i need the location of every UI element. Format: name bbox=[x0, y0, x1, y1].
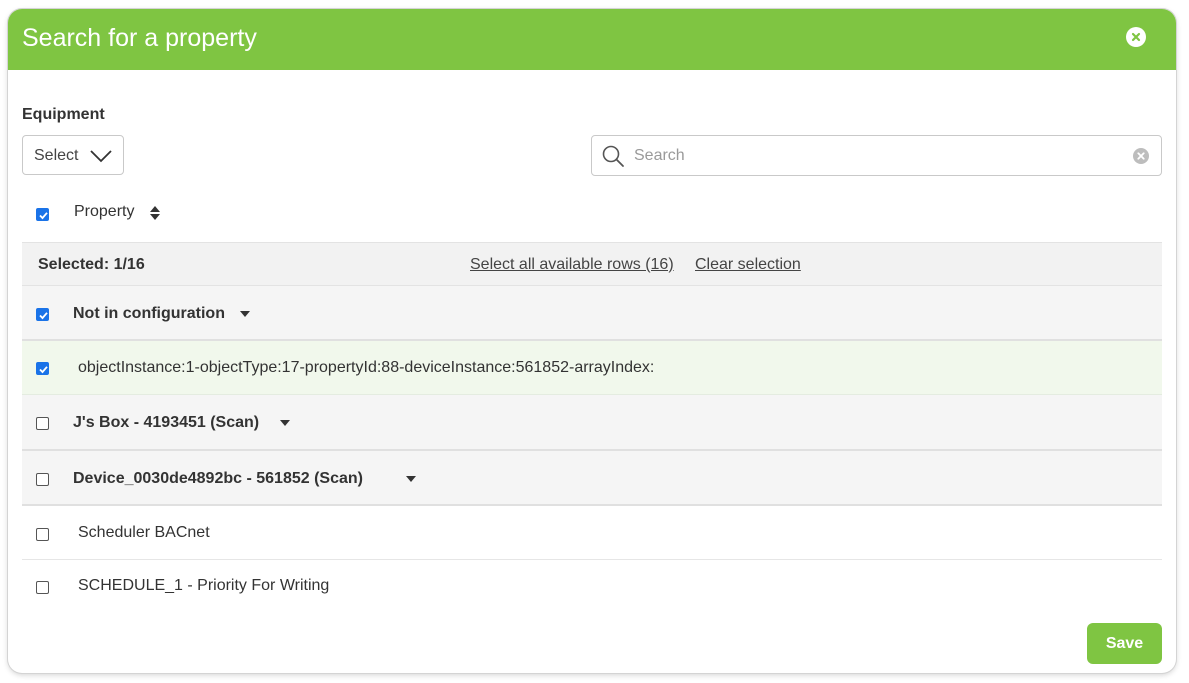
select-all-checkbox[interactable] bbox=[36, 208, 49, 221]
select-all-rows-link[interactable]: Select all available rows (16) bbox=[470, 256, 674, 274]
check-icon bbox=[39, 212, 48, 220]
equipment-label: Equipment bbox=[22, 106, 105, 123]
selection-bar: Selected: 1/16 Select all available rows… bbox=[22, 242, 1162, 286]
equipment-select[interactable]: Select bbox=[22, 135, 124, 175]
list-item-label: Scheduler BACnet bbox=[78, 524, 210, 541]
modal-header: Search for a property bbox=[8, 9, 1176, 70]
property-column-header: Property bbox=[22, 195, 1162, 231]
group-label: J's Box - 4193451 (Scan) bbox=[73, 414, 260, 431]
modal-title: Search for a property bbox=[22, 24, 257, 52]
search-icon bbox=[602, 145, 624, 167]
clear-selection-link[interactable]: Clear selection bbox=[695, 256, 801, 274]
check-icon bbox=[39, 312, 48, 320]
close-button[interactable] bbox=[1126, 27, 1146, 47]
list-item-label: SCHEDULE_1 - Priority For Writing bbox=[78, 577, 330, 594]
list-item[interactable]: Scheduler BACnet bbox=[22, 506, 1162, 560]
list-item[interactable]: SCHEDULE_1 - Priority For Writing bbox=[22, 560, 1162, 602]
search-input[interactable] bbox=[632, 143, 1116, 169]
group-row[interactable]: J's Box - 4193451 (Scan) bbox=[22, 395, 1162, 451]
list-item[interactable]: objectInstance:1-objectType:17-propertyI… bbox=[22, 341, 1162, 395]
list-item-label: objectInstance:1-objectType:17-propertyI… bbox=[78, 359, 655, 376]
sort-icon[interactable] bbox=[149, 205, 161, 221]
row-checkbox[interactable] bbox=[36, 473, 49, 486]
property-table: Selected: 1/16 Select all available rows… bbox=[22, 242, 1162, 602]
row-checkbox[interactable] bbox=[36, 308, 49, 321]
row-checkbox[interactable] bbox=[36, 581, 49, 594]
search-field bbox=[591, 135, 1162, 176]
caret-down-icon[interactable] bbox=[240, 310, 250, 318]
close-icon bbox=[1131, 32, 1141, 42]
property-search-modal: Search for a property Equipment Select P… bbox=[8, 9, 1176, 673]
save-button[interactable]: Save bbox=[1087, 623, 1162, 664]
group-row[interactable]: Device_0030de4892bc - 561852 (Scan) bbox=[22, 451, 1162, 506]
equipment-select-label: Select bbox=[34, 147, 79, 164]
check-icon bbox=[39, 366, 48, 374]
group-row[interactable]: Not in configuration bbox=[22, 286, 1162, 341]
group-label: Not in configuration bbox=[73, 305, 225, 322]
clear-search-icon[interactable] bbox=[1133, 148, 1149, 164]
group-label: Device_0030de4892bc - 561852 (Scan) bbox=[73, 470, 363, 487]
row-checkbox[interactable] bbox=[36, 417, 49, 430]
caret-down-icon[interactable] bbox=[406, 475, 416, 483]
chevron-down-icon bbox=[90, 150, 112, 163]
caret-down-icon[interactable] bbox=[280, 419, 290, 427]
row-checkbox[interactable] bbox=[36, 528, 49, 541]
selected-count: Selected: 1/16 bbox=[38, 256, 145, 273]
row-checkbox[interactable] bbox=[36, 362, 49, 375]
property-column-label[interactable]: Property bbox=[74, 203, 134, 221]
